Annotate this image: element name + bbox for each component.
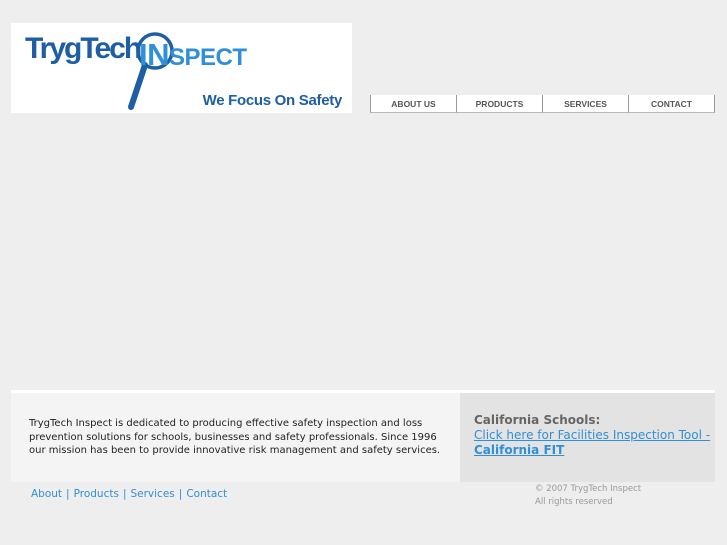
nav-contact[interactable]: CONTACT (628, 95, 715, 113)
logo[interactable]: TrygTech INSPECT We Focus On Safety (11, 23, 352, 113)
logo-tagline: We Focus On Safety (202, 92, 343, 109)
footer-link-services[interactable]: Services (130, 488, 174, 500)
nav-services[interactable]: SERVICES (542, 95, 628, 113)
main-nav: ABOUT US PRODUCTS SERVICES CONTACT (370, 95, 715, 113)
footer-separator: | (122, 488, 127, 500)
footer-link-about[interactable]: About (31, 488, 62, 500)
copyright-line: © 2007 TrygTech Inspect (535, 484, 642, 494)
footer-link-contact[interactable]: Contact (186, 488, 227, 500)
nav-about-us[interactable]: ABOUT US (370, 95, 456, 113)
california-panel: California Schools: Click here for Facil… (460, 393, 715, 482)
california-title: California Schools: (474, 413, 601, 427)
nav-products[interactable]: PRODUCTS (456, 95, 542, 113)
footer-separator: | (178, 488, 183, 500)
footer-link-products[interactable]: Products (74, 488, 119, 500)
mission-panel: TrygTech Inspect is dedicated to produci… (11, 393, 460, 482)
rights-line: All rights reserved (535, 496, 613, 507)
california-fit-link[interactable]: California FIT (474, 443, 564, 457)
facilities-inspection-link[interactable]: Click here for Facilities Inspection Too… (474, 428, 710, 442)
mission-statement: TrygTech Inspect is dedicated to produci… (29, 418, 441, 457)
footer-links: About | Products | Services | Contact (31, 488, 227, 500)
logo-inspect-text: INSPECT (139, 37, 247, 72)
copyright: © 2007 TrygTech Inspect All rights reser… (535, 483, 641, 508)
footer-separator: | (66, 488, 70, 500)
